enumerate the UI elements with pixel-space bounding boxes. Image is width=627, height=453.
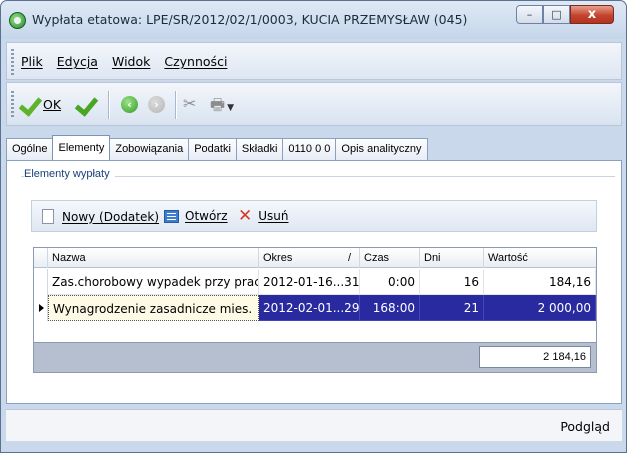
menu-items: Plik Edycja Widok Czynności [21,54,227,69]
new-button[interactable]: Nowy (Dodatek) [42,209,159,224]
document-icon [42,209,54,224]
menu-plik[interactable]: Plik [21,54,43,69]
arrow-left-icon: ‹ [121,96,138,113]
column-header-nazwa[interactable]: Nazwa [48,248,259,268]
column-header-wartosc[interactable]: Wartość [484,248,596,268]
current-row-arrow-icon [34,295,48,321]
cell-nazwa[interactable]: Zas.chorobowy wypadek przy pracy [48,269,259,295]
tab-podatki[interactable]: Podatki [188,138,237,160]
open-record-icon [164,209,179,223]
previous-button[interactable]: ‹ [121,96,138,113]
maximize-button[interactable]: □ [543,5,570,24]
tab-strip: Ogólne Elementy Zobowiązania Podatki Skł… [6,135,428,160]
cell-czas[interactable]: 0:00 [360,269,420,295]
column-header-okres[interactable]: Okres / [259,248,360,268]
new-label: Nowy (Dodatek) [62,209,160,224]
print-button[interactable]: 🖶 ▼ [210,94,234,121]
tools-button[interactable]: ✂ [183,94,196,113]
menu-czynnosci[interactable]: Czynności [164,54,227,69]
elements-panel: Elementy wypłaty Nowy (Dodatek) Otwórz ✕… [6,160,622,404]
main-toolbar: OK ‹ › ✂ 🖶 ▼ [6,82,622,126]
arrow-right-icon: › [148,96,165,113]
app-icon [9,12,26,29]
grid-summary-row: 2 184,16 [34,342,596,372]
checkmark-icon [21,93,39,115]
chevron-down-icon[interactable]: ▼ [227,103,234,113]
tab-ogolne[interactable]: Ogólne [6,138,54,160]
cell-wartosc[interactable]: 184,16 [484,269,596,295]
open-label: Otwórz [185,209,228,223]
delete-button[interactable]: ✕ Usuń [238,206,289,226]
tab-opis-analityczny[interactable]: Opis analityczny [335,138,428,160]
cell-okres[interactable]: 2012-02-01...29 [259,295,360,321]
menu-grip-icon[interactable] [11,49,14,75]
application-window: Wypłata etatowa: LPE/SR/2012/02/1/0003, … [0,0,627,453]
printer-icon: 🖶 [210,95,226,114]
elements-grid: Nazwa Okres / Czas Dni Wartość Zas.choro… [33,247,597,373]
column-header-okres-label: Okres [263,252,293,264]
save-checkmark-button[interactable] [77,93,95,115]
close-button[interactable]: x [570,5,614,24]
tab-zobowiazania[interactable]: Zobowiązania [109,138,190,160]
status-preview: Podgląd [560,419,610,434]
menu-edycja[interactable]: Edycja [57,54,98,69]
title-bar[interactable]: Wypłata etatowa: LPE/SR/2012/02/1/0003, … [1,1,626,39]
status-bar: Podgląd [6,409,622,441]
caption-buttons: – □ x [516,5,614,24]
tools-icon: ✂ [183,94,197,113]
delete-x-icon: ✕ [238,206,253,226]
toolbar-separator [108,91,109,119]
ok-button[interactable]: OK [21,93,61,115]
ok-label: OK [43,96,62,112]
menu-bar: Plik Edycja Widok Czynności [6,42,622,80]
minimize-button[interactable]: – [516,5,543,24]
cell-dni[interactable]: 16 [420,269,484,295]
window-title: Wypłata etatowa: LPE/SR/2012/02/1/0003, … [32,12,468,27]
sort-indicator: / [347,252,351,264]
next-button[interactable]: › [148,96,165,113]
table-row[interactable]: Zas.chorobowy wypadek przy pracy 2012-01… [34,269,596,295]
cell-czas[interactable]: 168:00 [360,295,420,321]
tab-elementy[interactable]: Elementy [52,135,111,160]
menu-widok[interactable]: Widok [112,54,150,69]
cell-nazwa[interactable]: Wynagrodzenie zasadnicze mies. [48,295,259,321]
cell-okres[interactable]: 2012-01-16...31 [259,269,360,295]
grid-header: Nazwa Okres / Czas Dni Wartość [34,248,596,268]
elements-toolbar: Nowy (Dodatek) Otwórz ✕ Usuń [31,200,597,232]
column-header-czas[interactable]: Czas [360,248,420,268]
toolbar-grip-icon[interactable] [11,91,14,119]
tab-skladki[interactable]: Składki [235,138,284,160]
cell-dni[interactable]: 21 [420,295,484,321]
tab-0110[interactable]: 0110 0 0 [282,138,337,160]
header-indicator [34,248,48,268]
checkmark-icon [77,93,95,115]
group-label: Elementy wypłaty [24,168,115,180]
delete-label: Usuń [258,209,289,223]
cell-wartosc[interactable]: 2 000,00 [484,295,596,321]
toolbar-separator [175,91,176,119]
row-indicator [34,269,48,295]
total-value: 2 184,16 [479,346,591,368]
column-header-dni[interactable]: Dni [420,248,484,268]
table-row[interactable]: Wynagrodzenie zasadnicze mies. 2012-02-0… [34,295,596,321]
open-button[interactable]: Otwórz [164,209,228,223]
